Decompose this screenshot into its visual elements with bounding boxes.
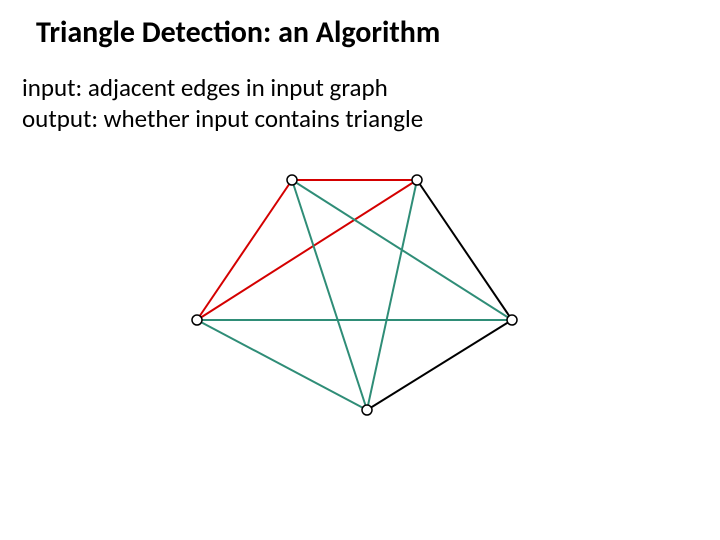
graph-svg <box>170 165 540 425</box>
graph-node <box>192 315 202 325</box>
graph-edge <box>417 180 512 320</box>
graph-edge <box>197 180 417 320</box>
graph-node <box>412 175 422 185</box>
graph-figure <box>170 165 540 425</box>
graph-node <box>287 175 297 185</box>
output-line: output: whether input contains triangle <box>22 103 423 134</box>
graph-edge <box>367 320 512 410</box>
slide-title: Triangle Detection: an Algorithm <box>36 14 440 51</box>
input-line: input: adjacent edges in input graph <box>22 72 388 103</box>
graph-node <box>507 315 517 325</box>
graph-edge <box>197 180 292 320</box>
graph-edge <box>367 180 417 410</box>
graph-node <box>362 405 372 415</box>
